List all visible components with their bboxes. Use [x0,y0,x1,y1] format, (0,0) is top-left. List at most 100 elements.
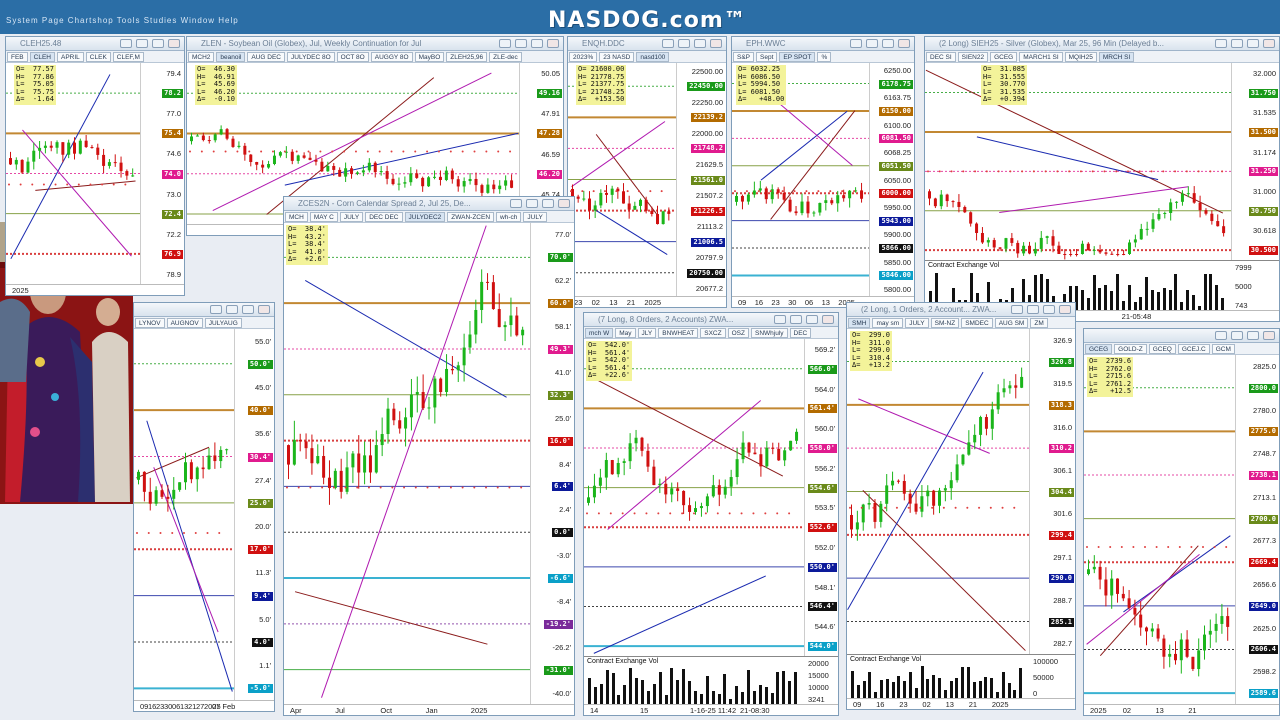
minimize-icon[interactable] [678,39,690,48]
close-icon[interactable] [1059,305,1071,314]
window-titlebar[interactable]: (2 Long) SIEH25 - Silver (Globex), Mar 2… [925,37,1279,51]
tab-smdec[interactable]: SMDEC [961,318,993,328]
price-chart[interactable]: 79.4 78.2 77.0 75.4 74.6 74.0 73.0 72.4 72.2 76.9… [6,63,184,295]
tab-dec-si[interactable]: DEC SI [926,52,956,62]
minimize-icon[interactable] [526,199,538,208]
tab-osz[interactable]: OSZ [727,328,749,338]
tab-lynov[interactable]: LYNOV [135,318,165,328]
close-icon[interactable] [258,305,270,314]
close-icon[interactable] [1263,331,1275,340]
tab-aug-sm[interactable]: AUG SM [994,318,1029,328]
window-titlebar[interactable]: ZCES2N - Corn Calendar Spread 2, Jul 25,… [284,197,574,211]
tab-mqih25[interactable]: MQIH25 [1064,52,1097,62]
tab-gceg[interactable]: GCEG [1085,344,1113,354]
tab-cleh[interactable]: CLEH [29,52,55,62]
tab-julydec2[interactable]: JULYDEC2 [404,212,446,222]
price-chart[interactable]: 569.2' 566.0' 564.0' 561.4' 560.0' 558.0' 556.… [584,339,838,715]
tab-zm[interactable]: ZM [1030,318,1048,328]
minimize-icon[interactable] [515,39,527,48]
minimize-icon[interactable] [136,39,148,48]
minimize-icon[interactable] [790,315,802,324]
tab-julyaug[interactable]: JULYAUG [204,318,242,328]
tab-sxcz[interactable]: SXCZ [700,328,726,338]
tab-gceg[interactable]: GCEG [990,52,1018,62]
tab-gcej-c[interactable]: GCEJ.C [1177,344,1210,354]
maximize-icon[interactable] [882,39,894,48]
tab-zleh25-96[interactable]: ZLEH25,96 [446,52,488,62]
tab-julydec-8o[interactable]: JULYDEC 8O [287,52,335,62]
tab-gold-z[interactable]: GOLD-Z [1114,344,1147,354]
tab-sien22[interactable]: SIEN22 [957,52,989,62]
link-icon[interactable] [774,315,786,324]
tab-april[interactable]: APRIL [57,52,84,62]
link-icon[interactable] [1011,305,1023,314]
tab-mch2[interactable]: MCH2 [188,52,215,62]
tab-jly[interactable]: JLY [637,328,657,338]
window-titlebar[interactable] [134,303,274,317]
tab-aug-dec[interactable]: AUG DEC [247,52,286,62]
tab-augnov[interactable]: AUGNOV [166,318,203,328]
maximize-icon[interactable] [152,39,164,48]
tab-nasd100[interactable]: nasd100 [636,52,670,62]
tab-gceq[interactable]: GCEQ [1148,344,1176,354]
close-icon[interactable] [1263,39,1275,48]
chart-window-eph[interactable]: EPH.WWC S&P Sept EP SPOT% 6250.00 6178.75 6163… [731,36,915,308]
price-chart[interactable]: 55.0' 50.0' 45.0' 40.0' 35.6' 30.4' 27.4' 25.0'… [134,329,274,711]
tab-oct-8o[interactable]: OCT 8O [336,52,369,62]
link-icon[interactable] [499,39,511,48]
minimize-icon[interactable] [1027,305,1039,314]
price-chart[interactable]: 6250.00 6178.75 6163.75 6150.00 6100.00 6081.… [732,63,914,307]
chart-window-gceg[interactable]: GCEG GOLD-Z GCEQ GCEJ.C GCM 2825.0 2800.0 2780.… [1083,328,1280,716]
link-icon[interactable] [510,199,522,208]
window-titlebar[interactable]: (7 Long, 8 Orders, 2 Accounts) ZWA... [584,313,838,327]
window-titlebar[interactable]: ENQH.DDC [568,37,726,51]
close-icon[interactable] [710,39,722,48]
chart-window-wheat[interactable]: (7 Long, 8 Orders, 2 Accounts) ZWA... mch… [583,312,839,716]
price-chart[interactable]: 326.9 320.8 319.5 318.3 316.0 310.2 306.1 304.4… [847,329,1075,709]
maximize-icon[interactable] [1043,305,1055,314]
link-icon[interactable] [850,39,862,48]
minimize-icon[interactable] [866,39,878,48]
window-titlebar[interactable]: CLEH25.48 [6,37,184,51]
tab-beanoil[interactable]: beanoil [216,52,246,62]
tab-mch[interactable]: MCH [285,212,308,222]
tab-july[interactable]: JULY [905,318,929,328]
window-titlebar[interactable]: (2 Long, 1 Orders, 2 Account... ZWA... [847,303,1075,317]
close-icon[interactable] [898,39,910,48]
maximize-icon[interactable] [1247,39,1259,48]
chart-window-sieh[interactable]: (2 Long) SIEH25 - Silver (Globex), Mar 2… [924,36,1280,322]
minimize-icon[interactable] [226,305,238,314]
tab-mch-w[interactable]: mch W [585,328,614,338]
tab-zwan-zcen[interactable]: ZWAN-ZCEN [447,212,495,222]
maximize-icon[interactable] [242,305,254,314]
tab-snwhjuly[interactable]: SNWhjuly [750,328,788,338]
price-chart[interactable]: 32.000 31.750 31.535 31.500 31.174 31.250 31.0… [925,63,1279,321]
minimize-icon[interactable] [1231,331,1243,340]
tab-zle-dec[interactable]: ZLE-dec [489,52,522,62]
tab-wh-ch[interactable]: wh-ch [496,212,522,222]
tab-ep-spot[interactable]: EP SPOT [779,52,816,62]
maximize-icon[interactable] [542,199,554,208]
maximize-icon[interactable] [806,315,818,324]
chart-window-cleh[interactable]: CLEH25.48 FEB CLEH APRIL CLEK CLEF,M 79.4 78.2 7… [5,36,185,296]
link-icon[interactable] [662,39,674,48]
tab-dec[interactable]: DEC [789,328,812,338]
window-titlebar[interactable]: EPH.WWC [732,37,914,51]
tab-gcm[interactable]: GCM [1211,344,1235,354]
close-icon[interactable] [558,199,570,208]
tab-auggy-8o[interactable]: AUGGY 8O [370,52,413,62]
tab-2023-[interactable]: 2023% [569,52,598,62]
price-chart[interactable]: 2825.0 2800.0 2780.0 2775.0 2748.7 2738.1 2713… [1084,355,1279,715]
maximize-icon[interactable] [1247,331,1259,340]
chart-window-zces[interactable]: ZCES2N - Corn Calendar Spread 2, Jul 25,… [283,196,575,716]
window-titlebar[interactable] [1084,329,1279,343]
tab-smh[interactable]: SMH [848,318,871,328]
maximize-icon[interactable] [531,39,543,48]
tab-s-p[interactable]: S&P [733,52,755,62]
chart-window-enqh[interactable]: ENQH.DDC 2023% 23 NASD nasd100 22500.00 22450… [567,36,727,308]
tab-bnwheat[interactable]: BNWHEAT [658,328,699,338]
tab-may[interactable]: May [615,328,636,338]
tab-feb[interactable]: FEB [7,52,28,62]
tab-sm-nz[interactable]: SM-NZ [930,318,960,328]
chart-window-gold[interactable]: (2 Long, 1 Orders, 2 Account... ZWA... SM… [846,302,1076,710]
